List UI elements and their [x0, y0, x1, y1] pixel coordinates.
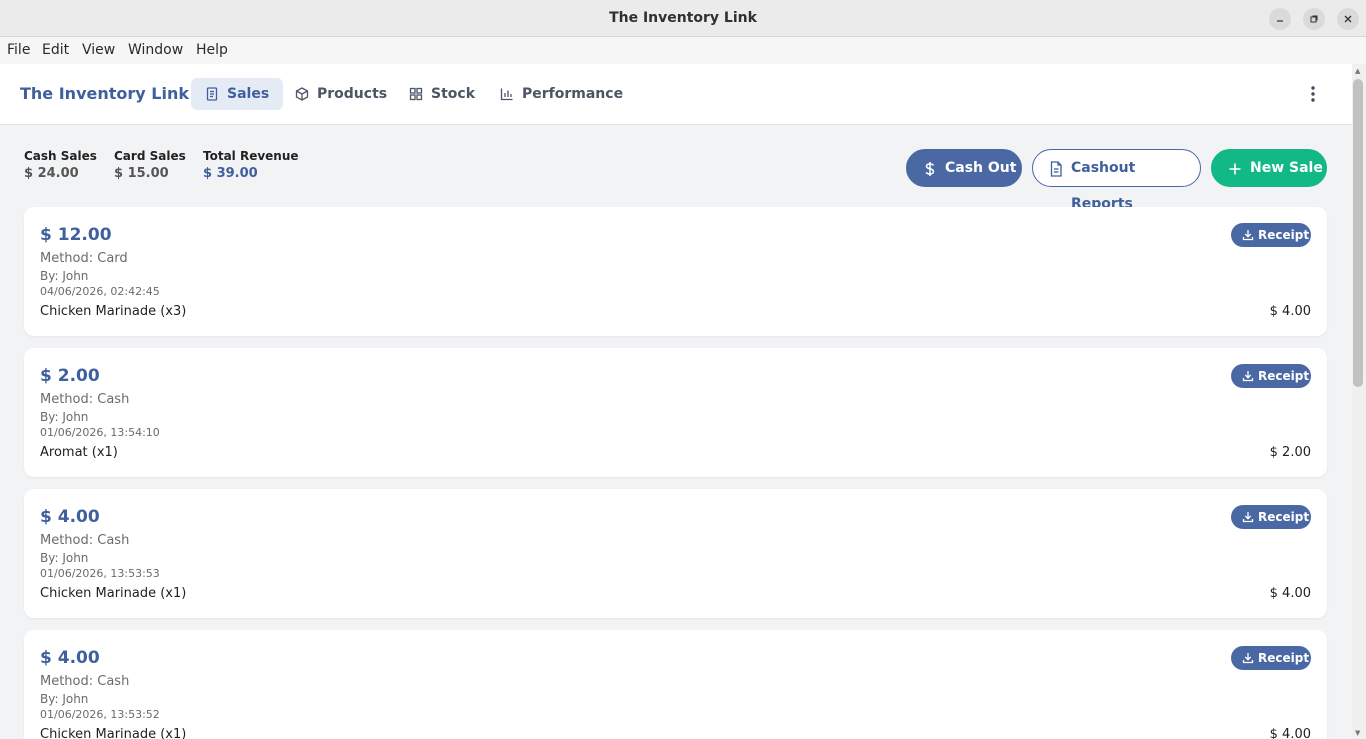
sale-item: Chicken Marinade (x1): [40, 586, 187, 601]
scrollbar-thumb[interactable]: [1353, 79, 1363, 387]
menu-file[interactable]: File: [7, 42, 30, 58]
dollar-icon: [925, 162, 935, 176]
sale-method: Method: Cash: [40, 392, 130, 407]
sale-amount: $ 4.00: [40, 648, 100, 668]
nav-tab-stock-label: Stock: [431, 86, 476, 102]
sale-card: $ 2.00 Method: Cash By: John 01/06/2026,…: [24, 348, 1327, 477]
nav-tab-performance[interactable]: Performance: [486, 78, 637, 110]
receipt-button[interactable]: Receipt: [1231, 505, 1311, 529]
plus-icon: [1229, 163, 1241, 175]
card-sales-stat: Card Sales $ 15.00: [114, 149, 186, 181]
receipt-label: Receipt: [1258, 510, 1310, 524]
sale-by: By: John: [40, 269, 89, 283]
menu-bar: File Edit View Window Help: [0, 37, 1366, 64]
sale-amount: $ 4.00: [40, 507, 100, 527]
sale-card: $ 12.00 Method: Card By: John 04/06/2026…: [24, 207, 1327, 336]
receipt-label: Receipt: [1258, 228, 1310, 242]
minimize-icon: [1277, 20, 1283, 22]
app-header: The Inventory Link Sales Products Stock …: [0, 64, 1352, 125]
receipt-button[interactable]: Receipt: [1231, 223, 1311, 247]
sale-amount: $ 2.00: [40, 366, 100, 386]
nav-tab-sales[interactable]: Sales: [191, 78, 284, 110]
sale-method: Method: Card: [40, 251, 128, 266]
sale-item-price: $ 4.00: [1269, 304, 1311, 319]
bar-chart-icon: [500, 88, 513, 101]
sale-item: Chicken Marinade (x3): [40, 304, 187, 319]
total-revenue-stat: Total Revenue $ 39.00: [203, 149, 299, 181]
sale-date: 01/06/2026, 13:54:10: [40, 426, 160, 439]
menu-window[interactable]: Window: [128, 42, 183, 58]
sale-date: 01/06/2026, 13:53:53: [40, 567, 160, 580]
total-revenue-label: Total Revenue: [203, 149, 299, 163]
nav-tab-products[interactable]: Products: [281, 78, 401, 110]
sale-item: Chicken Marinade (x1): [40, 727, 187, 739]
card-sales-label: Card Sales: [114, 149, 186, 163]
receipt-label: Receipt: [1258, 369, 1310, 383]
cashout-reports-label: Cashout Reports: [1071, 160, 1136, 212]
sale-date: 01/06/2026, 13:53:52: [40, 708, 160, 721]
close-button[interactable]: [1337, 8, 1359, 30]
more-vertical-icon: [1311, 86, 1315, 102]
sale-item-price: $ 4.00: [1269, 727, 1311, 739]
cash-sales-label: Cash Sales: [24, 149, 97, 163]
card-sales-value: $ 15.00: [114, 166, 169, 181]
close-icon: [1344, 15, 1352, 23]
sale-item: Aromat (x1): [40, 445, 118, 460]
sale-amount: $ 12.00: [40, 225, 112, 245]
download-icon: [1242, 230, 1254, 241]
new-sale-label: New Sale: [1250, 160, 1323, 176]
sale-method: Method: Cash: [40, 674, 130, 689]
menu-edit[interactable]: Edit: [42, 42, 69, 58]
restore-icon: [1310, 15, 1318, 23]
more-options-button[interactable]: [1304, 84, 1322, 106]
sale-by: By: John: [40, 692, 89, 706]
grid-icon: [409, 87, 423, 101]
sale-by: By: John: [40, 410, 89, 424]
cash-out-button[interactable]: Cash Out: [906, 149, 1022, 187]
minimize-button[interactable]: [1269, 8, 1291, 30]
cash-sales-value: $ 24.00: [24, 166, 79, 181]
receipt-button[interactable]: Receipt: [1231, 646, 1311, 670]
window-title: The Inventory Link: [609, 10, 757, 26]
download-icon: [1242, 653, 1254, 664]
new-sale-button[interactable]: New Sale: [1211, 149, 1327, 187]
scroll-up-arrow-icon[interactable]: ▲: [1355, 67, 1360, 75]
sale-card: $ 4.00 Method: Cash By: John 01/06/2026,…: [24, 489, 1327, 618]
total-revenue-value: $ 39.00: [203, 166, 258, 181]
sale-by: By: John: [40, 551, 89, 565]
menu-view[interactable]: View: [82, 42, 115, 58]
nav-tab-performance-label: Performance: [522, 86, 624, 102]
sale-item-price: $ 4.00: [1269, 586, 1311, 601]
download-icon: [1242, 371, 1254, 382]
receipt-button[interactable]: Receipt: [1231, 364, 1311, 388]
nav-tab-stock[interactable]: Stock: [395, 78, 489, 110]
download-icon: [1242, 512, 1254, 523]
nav-tab-products-label: Products: [317, 86, 388, 102]
sale-date: 04/06/2026, 02:42:45: [40, 285, 160, 298]
restore-button[interactable]: [1303, 8, 1325, 30]
cash-out-label: Cash Out: [945, 160, 1017, 176]
receipt-label: Receipt: [1258, 651, 1310, 665]
menu-help[interactable]: Help: [196, 42, 228, 58]
cashout-reports-button[interactable]: Cashout Reports: [1032, 149, 1201, 212]
brand-title: The Inventory Link: [20, 84, 189, 103]
scroll-down-arrow-icon[interactable]: ▼: [1355, 729, 1360, 737]
document-icon: [1050, 161, 1062, 177]
sale-method: Method: Cash: [40, 533, 130, 548]
sale-item-price: $ 2.00: [1269, 445, 1311, 460]
window-titlebar: The Inventory Link: [0, 0, 1366, 37]
box-icon: [295, 87, 309, 101]
nav-tab-sales-label: Sales: [227, 86, 270, 102]
sale-card: $ 4.00 Method: Cash By: John 01/06/2026,…: [24, 630, 1327, 739]
cash-sales-stat: Cash Sales $ 24.00: [24, 149, 97, 181]
receipt-icon: [206, 87, 218, 101]
